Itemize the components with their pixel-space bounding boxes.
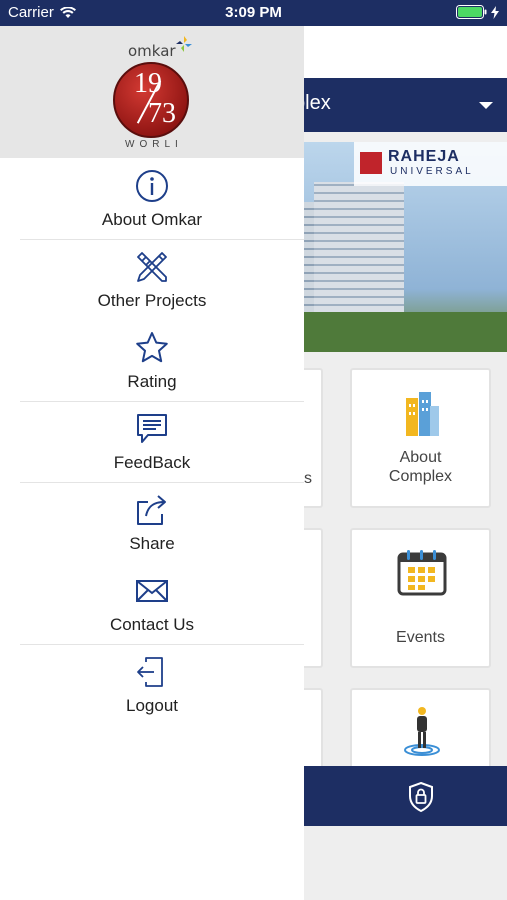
battery-icon xyxy=(456,5,487,19)
person-signal-icon xyxy=(404,707,440,756)
mail-icon xyxy=(136,580,168,602)
tools-icon xyxy=(137,252,167,282)
menu-item-other-projects[interactable]: Other Projects xyxy=(0,239,304,320)
drawer-header: omkar 19 73 WORLI xyxy=(0,26,304,158)
about-complex-label-1: About xyxy=(399,449,442,466)
info-icon xyxy=(136,170,168,202)
menu-item-logout[interactable]: Logout xyxy=(0,644,304,725)
menu-label-contact-us: Contact Us xyxy=(109,615,195,634)
menu-item-feedback[interactable]: FeedBack xyxy=(0,401,304,482)
status-time: 3:09 PM xyxy=(225,4,282,21)
status-right xyxy=(456,5,499,19)
calendar-icon xyxy=(397,550,447,596)
menu-item-rating[interactable]: Rating xyxy=(0,320,304,401)
project-banner: RAHEJA UNIVERSAL xyxy=(304,142,507,352)
omkar-spark-icon xyxy=(176,36,192,52)
logout-icon xyxy=(137,657,163,687)
brand-number-bottom: 73 xyxy=(148,98,176,129)
residents-card[interactable] xyxy=(350,688,491,778)
menu-label-logout: Logout xyxy=(126,696,178,715)
building-icon xyxy=(406,392,439,436)
brand-number-top: 19 xyxy=(134,68,162,99)
chat-icon xyxy=(137,414,167,443)
raheja-logo-mark-icon xyxy=(360,152,382,174)
menu-label-share: Share xyxy=(129,534,175,553)
background-header-space xyxy=(304,26,507,78)
complex-dropdown[interactable]: plex xyxy=(294,78,507,132)
chevron-down-icon xyxy=(479,102,493,109)
raheja-logo-title: RAHEJA xyxy=(388,148,460,165)
brand-omkar-text: omkar xyxy=(128,42,176,60)
charging-icon xyxy=(491,5,499,19)
menu-item-about-omkar[interactable]: About Omkar xyxy=(0,158,304,239)
banner-trees xyxy=(304,312,507,352)
events-label: Events xyxy=(396,629,445,646)
about-complex-label-2: Complex xyxy=(388,468,453,485)
raheja-logo-subtitle: UNIVERSAL xyxy=(390,166,474,177)
menu-item-share[interactable]: Share xyxy=(0,482,304,563)
menu-label-other-projects: Other Projects xyxy=(97,291,207,310)
star-icon xyxy=(136,332,168,363)
brand-place: WORLI xyxy=(125,139,183,150)
partial-card-label: s xyxy=(304,470,312,487)
bottom-bar xyxy=(304,766,507,826)
menu-label-rating: Rating xyxy=(127,372,177,391)
side-drawer: omkar 19 73 WORLI About Omkar Other Proj… xyxy=(0,26,304,900)
about-complex-card[interactable]: About Complex xyxy=(350,368,491,508)
menu-item-contact-us[interactable]: Contact Us xyxy=(0,563,304,644)
shield-lock-icon[interactable] xyxy=(408,782,434,812)
share-icon xyxy=(137,495,166,525)
events-card[interactable]: Events xyxy=(350,528,491,668)
menu-label-feedback: FeedBack xyxy=(113,453,191,472)
status-bar: Carrier 3:09 PM xyxy=(0,0,507,26)
menu-label-about-omkar: About Omkar xyxy=(101,210,203,229)
